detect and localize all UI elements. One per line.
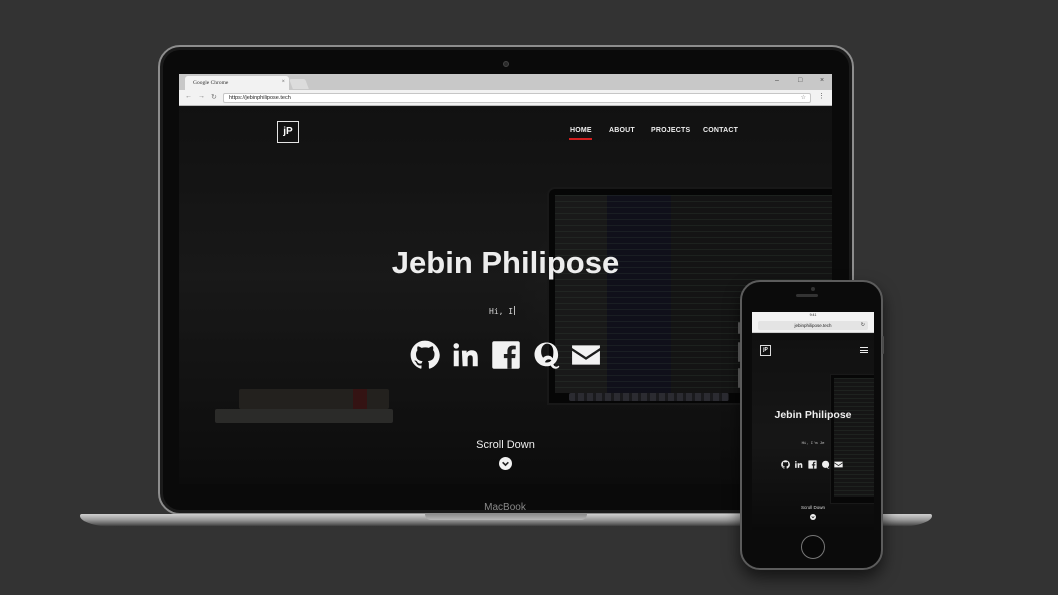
email-icon[interactable] (834, 460, 843, 469)
phone-portfolio-page: jP Jebin Philipose Hi, I'm Je Scroll Dow… (752, 334, 874, 530)
linkedin-icon[interactable] (794, 460, 803, 469)
phone-power-button (882, 336, 884, 354)
browser-titlebar: Google Chrome × – □ × (179, 74, 832, 90)
linkedin-icon[interactable] (450, 340, 480, 370)
typed-text-value: Hi, I (489, 307, 514, 316)
phone-camera (811, 287, 815, 291)
facebook-icon[interactable] (808, 460, 817, 469)
hamburger-menu-icon[interactable] (860, 347, 868, 353)
phone-site-logo[interactable]: jP (760, 345, 771, 356)
phone-mute-switch (738, 322, 740, 334)
hero-typed-text: Hi, I (489, 306, 516, 316)
quora-icon[interactable] (821, 460, 830, 469)
scroll-down-label[interactable]: Scroll Down (179, 439, 832, 451)
email-icon[interactable] (571, 340, 601, 370)
phone-dark-overlay (752, 334, 874, 530)
macbook-screen: Google Chrome × – □ × ← → ↻ https://jebi… (179, 74, 832, 484)
nav-about[interactable]: ABOUT (609, 127, 635, 134)
tab-close-icon[interactable]: × (282, 79, 285, 85)
phone-hero-name: Jebin Philipose (774, 409, 852, 421)
phone-address-url: jebinphilipose.tech (794, 323, 832, 328)
browser-toolbar: ← → ↻ https://jebinphilipose.tech ☆ ⋮ (179, 90, 832, 106)
phone-hero-typed-text: Hi, I'm Je (801, 440, 825, 445)
chevron-down-circle-icon[interactable] (499, 457, 512, 470)
phone-reload-icon[interactable]: ↻ (861, 322, 865, 328)
close-window-icon[interactable]: × (820, 77, 824, 84)
forward-icon[interactable]: → (198, 93, 205, 100)
browser-tab[interactable]: Google Chrome × (185, 76, 289, 90)
minimize-icon[interactable]: – (775, 77, 779, 84)
facebook-icon[interactable] (491, 340, 521, 370)
quora-icon[interactable] (531, 340, 561, 370)
typing-caret (514, 306, 516, 315)
github-icon[interactable] (781, 460, 790, 469)
nav-active-indicator (569, 138, 592, 140)
macbook-opening-notch (425, 514, 587, 520)
nav-projects[interactable]: PROJECTS (651, 127, 690, 134)
phone-status-time: 9:41 (809, 313, 817, 317)
phone-volume-button (738, 342, 740, 362)
phone-scroll-down-label[interactable]: Scroll Down (752, 505, 874, 510)
portfolio-page: jP HOME ABOUT PROJECTS CONTACT Jebin Phi… (179, 107, 832, 484)
dark-overlay (179, 107, 832, 484)
browser-tab-title: Google Chrome (193, 80, 229, 86)
address-bar-url: https://jebinphilipose.tech (229, 95, 291, 101)
maximize-icon[interactable]: □ (798, 77, 802, 84)
macbook-camera (503, 61, 509, 67)
phone-address-bar[interactable]: jebinphilipose.tech ↻ (758, 321, 868, 330)
phone-url-bar: jebinphilipose.tech ↻ (752, 319, 874, 333)
site-logo[interactable]: jP (277, 121, 299, 143)
phone-screen: 9:41 jebinphilipose.tech ↻ jP Jebin Phil… (752, 312, 874, 530)
chevron-down-circle-icon[interactable] (810, 514, 816, 520)
bookmark-star-icon[interactable]: ☆ (801, 94, 806, 101)
hero-name: Jebin Philipose (391, 245, 620, 280)
phone-speaker (796, 294, 818, 297)
phone-volume-button (738, 368, 740, 388)
nav-home[interactable]: HOME (570, 127, 592, 134)
back-icon[interactable]: ← (185, 93, 192, 100)
phone-home-button[interactable] (801, 535, 825, 559)
browser-menu-icon[interactable]: ⋮ (818, 92, 825, 100)
reload-icon[interactable]: ↻ (211, 93, 217, 101)
phone-status-bar: 9:41 (752, 312, 874, 319)
nav-contact[interactable]: CONTACT (703, 127, 738, 134)
github-icon[interactable] (410, 340, 440, 370)
new-tab-button[interactable] (289, 79, 309, 89)
address-bar[interactable]: https://jebinphilipose.tech ☆ (223, 93, 811, 103)
